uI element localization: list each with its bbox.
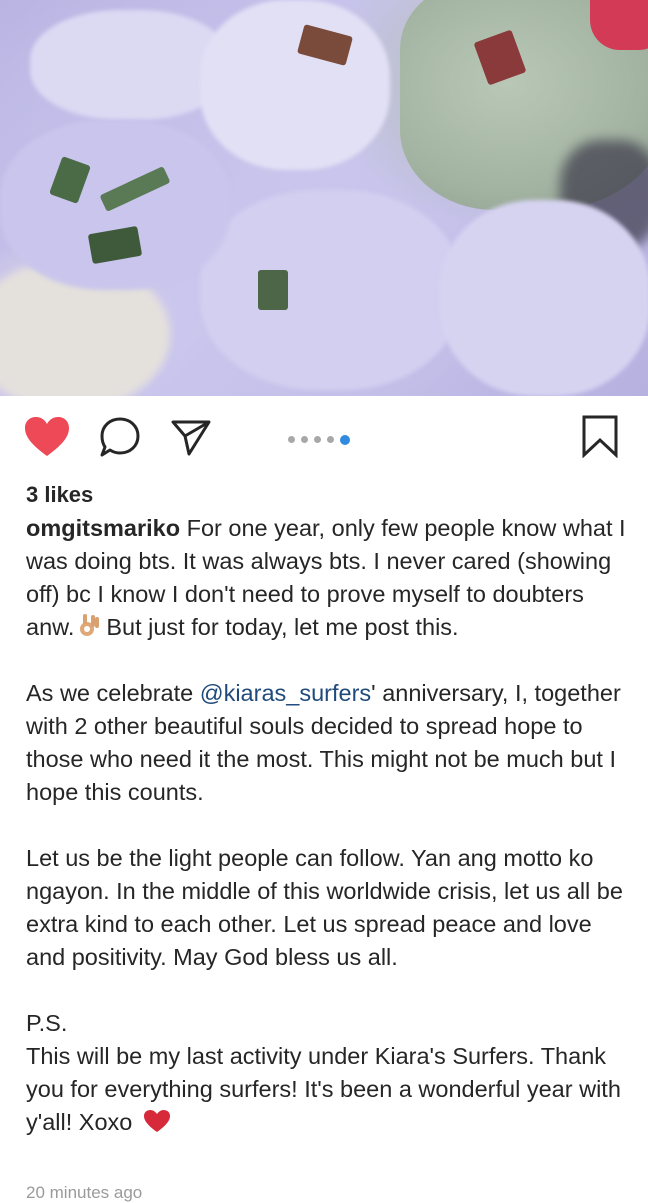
caption-username[interactable]: omgitsmariko [26,515,180,541]
caption-paragraph: omgitsmariko For one year, only few peop… [26,512,631,644]
caption-paragraph: As we celebrate @kiaras_surfers' anniver… [26,677,631,809]
photo-snack [258,270,288,310]
red-heart-emoji-icon [143,1110,170,1132]
photo-bag [200,0,390,170]
carousel-dot [301,436,308,444]
carousel-dot [314,436,321,444]
carousel-indicator [288,431,350,445]
photo-bag [200,190,460,390]
comment-bubble-icon[interactable] [99,416,141,458]
caption-text: But just for today, let me post this. [106,614,459,640]
ok-hand-emoji-icon [80,614,100,636]
post-timestamp: 20 minutes ago [26,1183,143,1202]
post-actions-bar [0,396,648,476]
carousel-dot [327,436,334,444]
photo-bag [440,200,648,396]
bookmark-icon[interactable] [580,414,620,458]
paper-plane-icon[interactable] [170,416,212,458]
likes-count[interactable]: 3 likes [26,482,93,508]
caption-paragraph: P.S. This will be my last activity under … [26,1007,631,1139]
caption-text: P.S. [26,1010,68,1036]
carousel-dot-active [340,434,350,445]
caption-paragraph: Let us be the light people can follow. Y… [26,845,623,970]
caption-text: This will be my last activity under Kiar… [26,1043,621,1135]
heart-filled-icon[interactable] [24,416,70,458]
post-photo[interactable] [0,0,648,396]
post-caption: omgitsmariko For one year, only few peop… [26,512,631,1172]
caption-text: As we celebrate [26,680,200,706]
carousel-dot [288,436,295,444]
mention-link[interactable]: @kiaras_surfers [200,680,371,706]
